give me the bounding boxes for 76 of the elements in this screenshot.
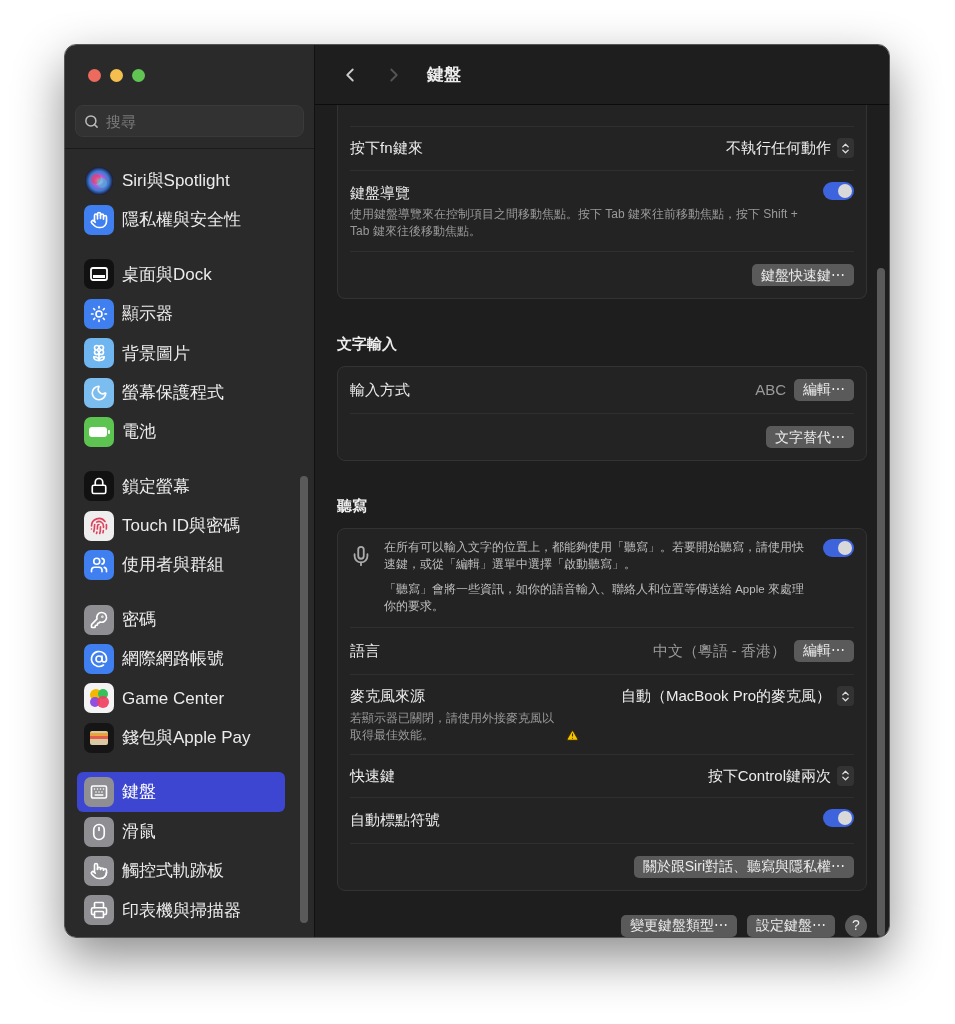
sidebar-item[interactable]: 桌面與Dock (77, 254, 285, 295)
info-paragraph: 在所有可以輸入文字的位置上，都能夠使用「聽寫」。若要開始聽寫，請使用快速鍵，或從「編輯」選單中選擇「啟動聽寫」。 (384, 539, 805, 572)
sidebar-item[interactable]: 顯示器 (77, 294, 285, 334)
setting-description: 使用鍵盤導覽來在控制項目之間移動焦點。按下 Tab 鍵來往前移動焦點，按下 Shift + Tab 鍵來往後移動焦點。 (350, 206, 799, 240)
setting-label: 輸入方式 (350, 379, 410, 400)
search-icon (84, 114, 99, 129)
setting-label: 快速鍵 (350, 765, 396, 786)
push-button[interactable]: 變更鍵盤類型⋯ (621, 914, 737, 937)
flower-icon (84, 338, 114, 369)
section-heading: 文字輸入 (337, 334, 398, 354)
search-field[interactable]: 搜尋 (75, 105, 304, 137)
bubbles-icon (84, 683, 114, 714)
pointer-hand-icon (84, 855, 114, 886)
popup-button[interactable]: 不執行任何動作 (726, 137, 854, 160)
zoom-window-icon[interactable] (132, 68, 145, 82)
hand-icon (84, 205, 114, 236)
mouse-icon (84, 816, 114, 847)
push-button[interactable]: 鍵盤快速鍵⋯ (752, 264, 854, 286)
push-button[interactable]: 編輯⋯ (794, 378, 854, 401)
users-icon (84, 550, 114, 581)
setting-description: 若顯示器已關閉，請使用外接麥克風以取得最佳效能。 (350, 709, 555, 744)
chevrons-icon (837, 765, 854, 786)
minimize-window-icon[interactable] (110, 68, 123, 82)
setting-label: 鍵盤導覽 (350, 182, 411, 203)
close-window-icon[interactable] (88, 68, 101, 82)
siri-orb-icon (84, 165, 114, 196)
setting-label: 語言 (350, 640, 380, 661)
setting-value: 中文（粵語 - 香港） (652, 640, 786, 661)
sidebar-item[interactable]: 螢幕保護程式 (77, 372, 285, 413)
push-button[interactable]: 關於跟Siri對話、聽寫與隱私權⋯ (633, 855, 854, 878)
sidebar-item[interactable]: Game Center (77, 678, 285, 719)
sidebar-item[interactable]: 鍵盤 (77, 772, 285, 812)
popup-button[interactable]: 按下Control鍵兩次 (707, 764, 854, 787)
help-button[interactable]: ? (845, 914, 867, 937)
sidebar-item[interactable]: Siri與Spotlight (77, 161, 285, 201)
toggle-switch[interactable] (823, 538, 854, 557)
push-button[interactable]: 編輯⋯ (794, 639, 854, 662)
wallet-icon (84, 722, 114, 753)
setting-label: 麥克風來源 (350, 686, 426, 706)
push-button[interactable]: 設定鍵盤⋯ (747, 914, 835, 937)
chevrons-icon (837, 686, 854, 707)
popup-button[interactable]: 自動（MacBook Pro的麥克風） (620, 685, 854, 708)
key-icon (84, 604, 114, 635)
window-title: 鍵盤 (427, 63, 461, 86)
toggle-switch[interactable] (823, 809, 854, 827)
printer-icon (84, 895, 114, 926)
section-heading: 聽寫 (337, 496, 368, 516)
sidebar-item[interactable]: 密碼 (77, 599, 285, 640)
sidebar-item[interactable]: 印表機與掃描器 (77, 890, 285, 931)
sidebar-item[interactable]: 使用者與群組 (77, 545, 285, 585)
chevrons-icon (837, 138, 854, 159)
toggle-switch[interactable] (823, 181, 854, 200)
keyboard-icon (84, 777, 114, 808)
sidebar-item[interactable]: 觸控式軌跡板 (77, 851, 285, 891)
sidebar-item[interactable]: 隱私權與安全性 (77, 200, 285, 240)
sidebar-item[interactable]: 錢包與Apple Pay (77, 718, 285, 758)
fingerprint-icon (84, 510, 114, 541)
at-sign-icon (84, 644, 114, 674)
scrollbar[interactable] (300, 476, 308, 923)
lock-icon (84, 471, 114, 502)
sidebar-item[interactable]: Touch ID與密碼 (77, 506, 285, 546)
dock-icon (84, 259, 114, 290)
battery-icon (84, 417, 114, 448)
sun-icon (84, 298, 114, 329)
setting-value: ABC (755, 379, 786, 400)
scrollbar[interactable] (877, 268, 885, 936)
setting-label: 自動標點符號 (350, 810, 441, 830)
sidebar-item[interactable]: 鎖定螢幕 (77, 466, 285, 507)
sidebar-item[interactable]: 網際網路帳號 (77, 639, 285, 679)
sidebar-item[interactable]: 電池 (77, 412, 285, 452)
setting-label: 按下fn鍵來 (350, 138, 424, 158)
sidebar-item[interactable]: 滑鼠 (77, 811, 285, 852)
moon-icon (84, 377, 114, 408)
info-paragraph: 「聽寫」會將一些資訊，如你的語音輸入、聯絡人和位置等傳送給 Apple 來處理你的要求。 (384, 581, 805, 614)
sidebar-item[interactable]: 背景圖片 (77, 333, 285, 373)
push-button[interactable]: 文字替代⋯ (766, 426, 854, 448)
